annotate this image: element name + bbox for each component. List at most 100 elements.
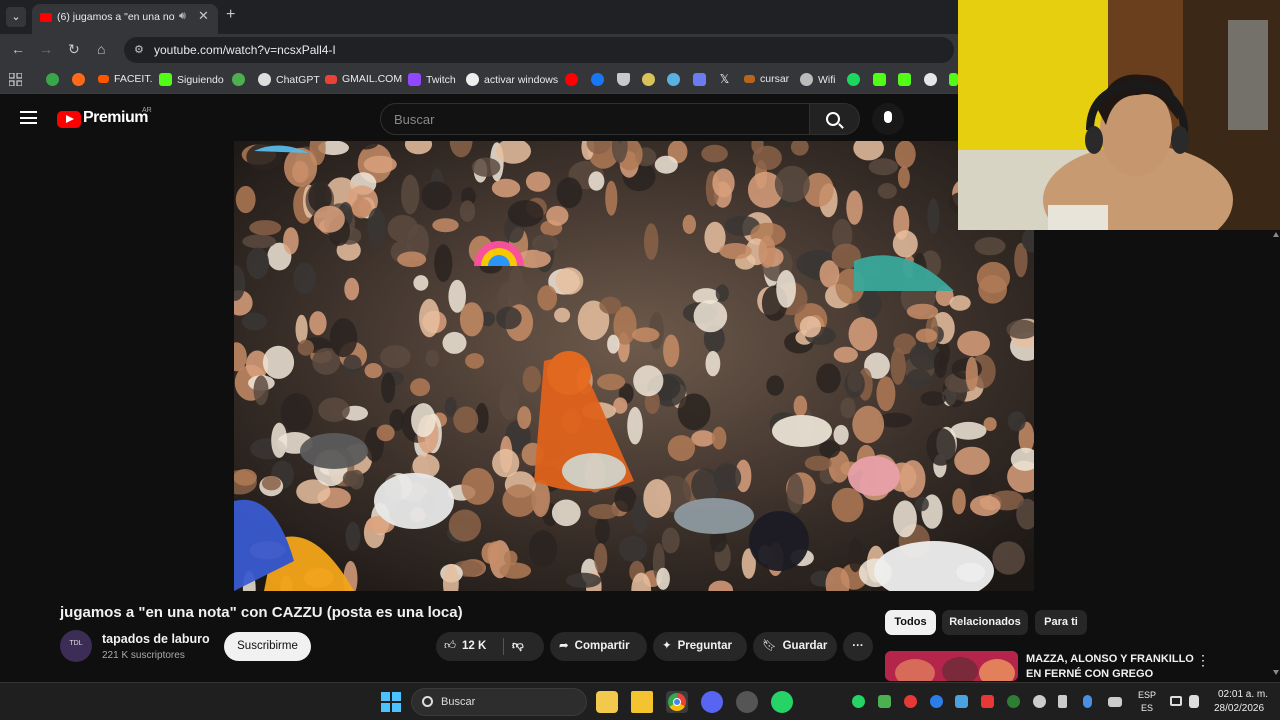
bookmark-facebook-icon[interactable] xyxy=(591,73,604,86)
language-indicator[interactable]: ESP xyxy=(1138,690,1156,700)
crowd-texture-blob xyxy=(419,298,440,338)
tray-steam-icon[interactable] xyxy=(955,695,968,708)
bookmark-shield-icon[interactable] xyxy=(617,73,630,86)
usb-icon[interactable] xyxy=(1058,695,1067,708)
reload-icon[interactable]: ↻ xyxy=(68,41,80,58)
chrome-icon-center xyxy=(673,698,681,706)
bookmark-spotify-icon[interactable] xyxy=(847,73,860,86)
tray-nvidia-icon[interactable] xyxy=(1007,695,1020,708)
close-icon[interactable]: ✕ xyxy=(198,8,209,24)
network-icon[interactable] xyxy=(1170,696,1182,706)
crowd-texture-blob xyxy=(329,318,358,358)
volume-icon[interactable] xyxy=(1189,695,1199,708)
scroll-down-icon[interactable] xyxy=(1273,670,1279,675)
tray-green-icon[interactable] xyxy=(878,695,891,708)
keyboard-layout-indicator[interactable]: ES xyxy=(1141,703,1153,713)
bluetooth-icon[interactable] xyxy=(930,695,943,708)
chevron-down-icon[interactable]: ⌄ xyxy=(6,7,26,27)
url-text[interactable]: youtube.com/watch?v=ncsxPall4-I xyxy=(154,43,336,57)
tray-whatsapp-icon[interactable] xyxy=(852,695,865,708)
bookmark-ghost-icon[interactable] xyxy=(924,73,937,86)
bookmark-kick-icon[interactable] xyxy=(873,73,886,86)
store-icon[interactable] xyxy=(596,691,618,713)
bookmark-green-icon[interactable] xyxy=(232,73,245,86)
search-input[interactable]: Buscar xyxy=(380,103,810,135)
crowd-texture-blob xyxy=(715,284,729,302)
arrow-right-icon[interactable]: → xyxy=(39,41,53,57)
scroll-up-icon[interactable] xyxy=(1273,232,1279,237)
bookmark-yellow-icon[interactable] xyxy=(642,73,655,86)
browser-tab[interactable]: (6) jugamos a "en una nota" con CAZZU (p… xyxy=(32,4,218,34)
youtube-logo-icon[interactable] xyxy=(57,111,81,128)
crowd-texture-blob xyxy=(701,144,728,163)
whatsapp-icon[interactable] xyxy=(771,691,793,713)
recommendation-thumbnail[interactable] xyxy=(885,651,1018,681)
subscribe-button[interactable]: Suscribirme xyxy=(224,632,311,661)
bookmark-gmail[interactable]: GMAIL.COM xyxy=(325,73,402,85)
tray-shield-icon[interactable] xyxy=(981,695,994,708)
bookmark-activar-windows[interactable]: activar windows xyxy=(466,73,558,86)
bookmark-x-icon[interactable]: 𝕏 xyxy=(718,73,731,86)
recommendation-title[interactable]: MAZZA, ALONSO Y FRANKILLO EN FERNÉ CON G… xyxy=(1026,652,1196,682)
bookmark-youtube-icon[interactable] xyxy=(565,73,578,86)
page-scrollbar[interactable] xyxy=(1270,230,1280,680)
more-actions-button[interactable]: ··· xyxy=(843,632,873,661)
new-tab-icon[interactable]: + xyxy=(226,6,235,24)
dislike-button[interactable]: 👎︎ xyxy=(512,632,542,661)
crowd-texture-blob xyxy=(920,391,947,406)
bookmark-orange-icon[interactable] xyxy=(72,73,85,86)
discord-icon[interactable] xyxy=(701,691,723,713)
youtube-premium-logo[interactable]: Premium xyxy=(83,109,148,127)
channel-name[interactable]: tapados de laburo xyxy=(102,632,210,646)
share-button[interactable]: ➦ Compartir xyxy=(550,632,647,661)
steam-like-icon[interactable] xyxy=(736,691,758,713)
save-button[interactable]: 🔖︎ Guardar xyxy=(753,632,837,661)
site-info-icon[interactable]: ⚙︎ xyxy=(134,43,147,56)
tab-title: (6) jugamos a "en una nota" con CAZZU (p… xyxy=(57,11,175,23)
microphone-icon[interactable] xyxy=(1083,695,1092,708)
tray-red-icon[interactable] xyxy=(904,695,917,708)
hamburger-menu-icon[interactable] xyxy=(20,111,37,124)
voice-search-button[interactable] xyxy=(872,103,904,135)
bookmark-wifi[interactable]: Wifi xyxy=(800,73,836,86)
crowd-texture-blob xyxy=(380,345,411,369)
clock-time[interactable]: 02:01 a. m. xyxy=(1218,689,1268,700)
bookmark-blue-icon[interactable] xyxy=(667,73,680,86)
crowd-texture-blob xyxy=(345,521,361,551)
address-bar[interactable]: ⚙︎ youtube.com/watch?v=ncsxPall4-I xyxy=(124,37,954,63)
search-button[interactable] xyxy=(810,103,860,135)
kebab-menu-icon[interactable]: ⋮ xyxy=(1196,652,1210,669)
video-player[interactable] xyxy=(234,141,1034,591)
bookmark-kick-icon[interactable] xyxy=(949,73,958,86)
keyboard-icon[interactable] xyxy=(1108,697,1122,707)
chip-para-ti[interactable]: Para ti xyxy=(1035,610,1087,635)
bookmark-icon: 🔖︎ xyxy=(762,640,777,652)
home-icon[interactable]: ⌂ xyxy=(97,41,105,57)
tray-circle-icon[interactable] xyxy=(1033,695,1046,708)
ask-button[interactable]: ✦ Preguntar xyxy=(653,632,747,661)
chip-relacionados[interactable]: Relacionados xyxy=(942,610,1028,635)
bookmark-recycle-icon[interactable] xyxy=(46,73,59,86)
apps-grid-icon[interactable] xyxy=(8,72,23,87)
clock-date[interactable]: 28/02/2026 xyxy=(1214,703,1264,714)
bookmark-kick-icon[interactable] xyxy=(898,73,911,86)
crowd-texture-blob xyxy=(517,406,532,430)
channel-avatar[interactable]: TDL xyxy=(60,630,92,662)
bookmark-cursar[interactable]: cursar xyxy=(744,73,789,85)
bookmark-chatgpt[interactable]: ChatGPT xyxy=(258,73,320,86)
taskbar-search-input[interactable]: Buscar xyxy=(411,688,587,716)
arrow-left-icon[interactable]: ← xyxy=(11,41,25,57)
like-button[interactable]: 👍︎ 12 K xyxy=(436,632,503,661)
speaker-icon[interactable]: 🔊︎ xyxy=(179,10,186,23)
bookmark-twitch[interactable]: Twitch xyxy=(408,73,456,86)
bookmark-purple-icon[interactable] xyxy=(693,73,706,86)
file-explorer-icon[interactable] xyxy=(631,691,653,713)
chip-todos[interactable]: Todos xyxy=(885,610,936,635)
bookmark-faceit[interactable]: FACEIT. xyxy=(98,73,153,85)
windows-start-icon[interactable] xyxy=(381,692,401,712)
crowd-texture-blob xyxy=(693,299,728,333)
chrome-icon-frame[interactable] xyxy=(666,691,688,713)
crowd-texture-blob xyxy=(297,339,314,356)
crowd-texture-blob xyxy=(915,328,938,343)
bookmark-siguiendo[interactable]: Siguiendo xyxy=(159,73,224,86)
